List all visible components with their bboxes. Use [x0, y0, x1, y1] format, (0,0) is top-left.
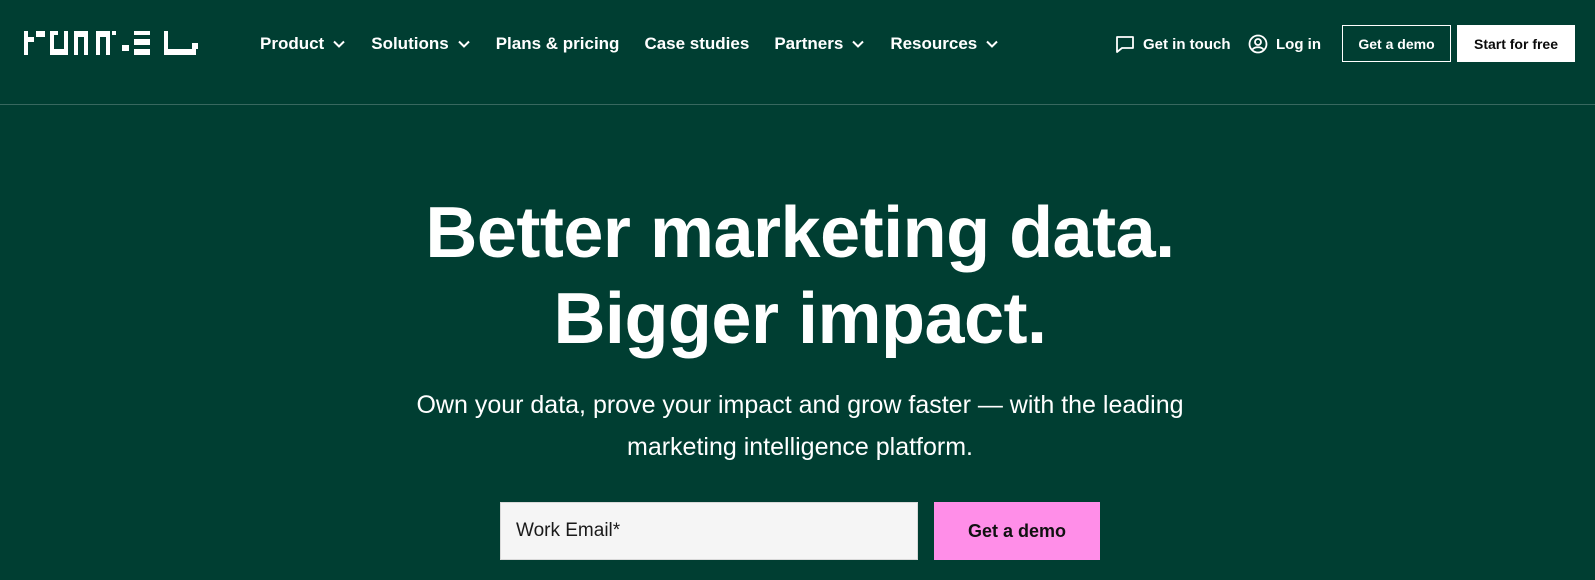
- nav-item-partners[interactable]: Partners: [774, 29, 865, 59]
- hero-get-a-demo-button[interactable]: Get a demo: [934, 502, 1100, 560]
- chevron-down-icon: [332, 37, 346, 51]
- nav-item-plans-pricing[interactable]: Plans & pricing: [496, 29, 620, 59]
- nav-item-label: Product: [260, 34, 325, 53]
- get-in-touch-label: Get in touch: [1143, 35, 1231, 53]
- nav-item-product[interactable]: Product: [260, 29, 346, 59]
- log-in-link[interactable]: Log in: [1248, 0, 1321, 88]
- chevron-down-icon: [457, 37, 471, 51]
- get-in-touch-link[interactable]: Get in touch: [1115, 0, 1231, 88]
- nav-item-label: Resources: [890, 34, 978, 53]
- chevron-down-icon: [851, 37, 865, 51]
- funnel-logo[interactable]: [24, 31, 200, 55]
- main-nav: Product Solutions Plans & pricing Case s…: [260, 0, 999, 88]
- chat-bubble-icon: [1115, 34, 1135, 54]
- nav-item-label: Solutions: [371, 34, 449, 53]
- hero-title: Better marketing data. Bigger impact.: [0, 190, 1595, 362]
- nav-item-solutions[interactable]: Solutions: [371, 29, 470, 59]
- user-circle-icon: [1248, 34, 1268, 54]
- log-in-label: Log in: [1276, 35, 1321, 53]
- nav-item-label: Partners: [774, 34, 844, 53]
- work-email-input[interactable]: [500, 502, 918, 560]
- nav-item-label: Plans & pricing: [495, 34, 620, 53]
- hero-subtitle-line: Own your data, prove your impact and gro…: [416, 391, 1184, 419]
- chevron-down-icon: [985, 37, 999, 51]
- page: Product Solutions Plans & pricing Case s…: [0, 0, 1595, 580]
- hero-title-line: Bigger impact.: [553, 279, 1047, 359]
- hero-subtitle-line: marketing intelligence platform.: [627, 433, 973, 461]
- start-for-free-button[interactable]: Start for free: [1457, 25, 1575, 62]
- hero-title-line: Better marketing data.: [425, 193, 1175, 273]
- hero-subtitle: Own your data, prove your impact and gro…: [0, 384, 1595, 468]
- site-header: Product Solutions Plans & pricing Case s…: [0, 0, 1595, 105]
- get-a-demo-button[interactable]: Get a demo: [1342, 25, 1451, 62]
- nav-item-label: Case studies: [644, 34, 750, 53]
- nav-item-case-studies[interactable]: Case studies: [644, 29, 749, 59]
- nav-item-resources[interactable]: Resources: [890, 29, 999, 59]
